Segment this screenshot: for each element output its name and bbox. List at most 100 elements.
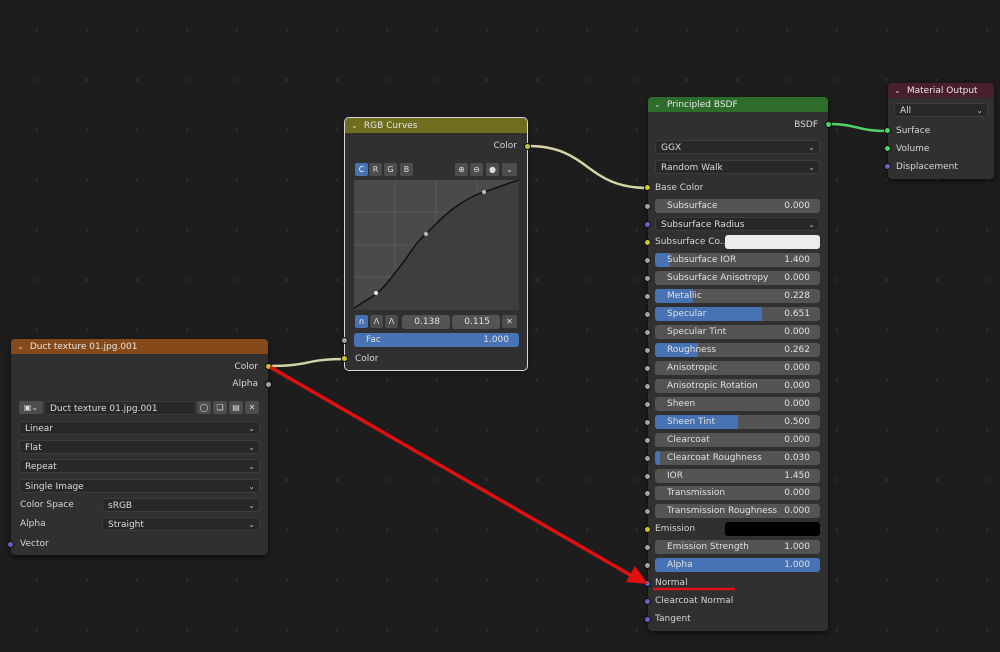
- duplicate-image-icon[interactable]: ❏: [213, 401, 227, 414]
- bsdf-slider-sheen[interactable]: Sheen 0.000: [655, 397, 820, 411]
- source-dropdown[interactable]: Single Image ⌄: [19, 479, 260, 493]
- curve-graph[interactable]: [354, 180, 519, 310]
- point-y-field[interactable]: 0.115: [452, 315, 500, 329]
- curve-menu-chevron-icon[interactable]: ⌄: [502, 163, 517, 176]
- bsdf-row-socket[interactable]: [644, 508, 651, 515]
- handle-vector-icon[interactable]: Λ: [370, 315, 383, 328]
- collapse-chevron-icon[interactable]: ⌄: [17, 339, 27, 354]
- image-texture-header[interactable]: ⌄ Duct texture 01.jpg.001: [11, 339, 268, 354]
- fac-slider[interactable]: Fac 1.000: [354, 333, 519, 347]
- bsdf-row-socket[interactable]: [644, 311, 651, 318]
- bsdf-slider-clearcoat-roughness[interactable]: Clearcoat Roughness 0.030: [655, 451, 820, 465]
- bsdf-row-socket[interactable]: [644, 365, 651, 372]
- clipping-dot-icon[interactable]: ●: [486, 163, 499, 176]
- curves-output-color-socket[interactable]: [524, 143, 531, 150]
- subsurface-color-socket[interactable]: [644, 239, 651, 246]
- bsdf-slider-specular[interactable]: Specular 0.651: [655, 307, 820, 321]
- clearcoat-normal-socket[interactable]: [644, 598, 651, 605]
- texture-output-alpha-socket[interactable]: [265, 381, 272, 388]
- bsdf-slider-anisotropic[interactable]: Anisotropic 0.000: [655, 361, 820, 375]
- bsdf-slider-ior[interactable]: IOR 1.450: [655, 469, 820, 483]
- image-browse-icon[interactable]: ▣⌄: [19, 401, 43, 414]
- curve-point[interactable]: [482, 190, 486, 194]
- alpha-mode-dropdown[interactable]: Straight ⌄: [102, 517, 260, 531]
- extension-dropdown[interactable]: Repeat ⌄: [19, 459, 260, 473]
- rgb-curves-node[interactable]: ⌄ RGB Curves Color C R G B ⊕ ⊖ ● ⌄ ∩ Λ Λ…: [341, 117, 531, 371]
- alpha-socket[interactable]: [644, 562, 651, 569]
- fake-user-shield-icon[interactable]: ◯: [197, 401, 211, 414]
- subsurface-method-dropdown[interactable]: Random Walk ⌄: [655, 160, 820, 174]
- emission-color-swatch[interactable]: [725, 522, 820, 536]
- bsdf-row-socket[interactable]: [644, 383, 651, 390]
- zoom-out-icon[interactable]: ⊖: [470, 163, 483, 176]
- open-folder-icon[interactable]: ▤: [229, 401, 243, 414]
- bsdf-row-socket[interactable]: [644, 257, 651, 264]
- bsdf-slider-roughness[interactable]: Roughness 0.262: [655, 343, 820, 357]
- tangent-socket[interactable]: [644, 616, 651, 623]
- bsdf-slider-subsurface-anisotropy[interactable]: Subsurface Anisotropy 0.000: [655, 271, 820, 285]
- bsdf-row-socket[interactable]: [644, 490, 651, 497]
- channel-g-button[interactable]: G: [384, 163, 397, 176]
- bsdf-slider-transmission-roughness[interactable]: Transmission Roughness 0.000: [655, 504, 820, 518]
- collapse-chevron-icon[interactable]: ⌄: [351, 118, 361, 133]
- bsdf-output-socket[interactable]: [825, 121, 832, 128]
- collapse-chevron-icon[interactable]: ⌄: [894, 83, 904, 98]
- bsdf-slider-subsurface-ior[interactable]: Subsurface IOR 1.400: [655, 253, 820, 267]
- bsdf-slider-transmission[interactable]: Transmission 0.000: [655, 486, 820, 500]
- handle-free-icon[interactable]: Λ: [385, 315, 398, 328]
- image-name-field[interactable]: Duct texture 01.jpg.001: [44, 401, 196, 415]
- bsdf-row-socket[interactable]: [644, 275, 651, 282]
- texture-output-color-socket[interactable]: [265, 363, 272, 370]
- curves-input-color-socket[interactable]: [341, 355, 348, 362]
- color-space-dropdown[interactable]: sRGB ⌄: [102, 498, 260, 512]
- base-color-socket[interactable]: [644, 184, 651, 191]
- link-texture-to-curves[interactable]: [268, 357, 346, 368]
- link-bsdf-to-surface[interactable]: [827, 122, 888, 133]
- material-output-node[interactable]: ⌄ Material Output All ⌄ Surface Volume Di…: [884, 83, 994, 179]
- bsdf-row-socket[interactable]: [644, 437, 651, 444]
- point-x-field[interactable]: 0.138: [402, 315, 450, 329]
- surface-input-socket[interactable]: [884, 127, 891, 134]
- rgb-curves-header[interactable]: ⌄ RGB Curves: [345, 118, 527, 133]
- bsdf-slider-subsurface[interactable]: Subsurface 0.000: [655, 199, 820, 213]
- output-target-dropdown[interactable]: All ⌄: [894, 103, 988, 117]
- bsdf-row-socket[interactable]: [644, 293, 651, 300]
- vector-input-socket[interactable]: [7, 541, 14, 548]
- channel-c-button[interactable]: C: [355, 163, 368, 176]
- displacement-input-socket[interactable]: [884, 163, 891, 170]
- fac-input-socket[interactable]: [341, 337, 348, 344]
- bsdf-slider-metallic[interactable]: Metallic 0.228: [655, 289, 820, 303]
- bsdf-row-socket[interactable]: [644, 473, 651, 480]
- subsurface-radius-socket[interactable]: [644, 221, 651, 228]
- channel-b-button[interactable]: B: [400, 163, 413, 176]
- distribution-dropdown[interactable]: GGX ⌄: [655, 140, 820, 154]
- bsdf-slider-sheen-tint[interactable]: Sheen Tint 0.500: [655, 415, 820, 429]
- principled-bsdf-header[interactable]: ⌄ Principled BSDF: [648, 97, 828, 112]
- curve-point[interactable]: [374, 291, 378, 295]
- subsurface-color-swatch[interactable]: [725, 235, 820, 249]
- curve-point[interactable]: [424, 232, 428, 236]
- projection-dropdown[interactable]: Flat ⌄: [19, 440, 260, 454]
- emission-socket[interactable]: [644, 526, 651, 533]
- alpha-slider[interactable]: Alpha 1.000: [655, 558, 820, 572]
- zoom-in-icon[interactable]: ⊕: [455, 163, 468, 176]
- bsdf-row-socket[interactable]: [644, 419, 651, 426]
- normal-socket[interactable]: [644, 580, 651, 587]
- bsdf-slider-specular-tint[interactable]: Specular Tint 0.000: [655, 325, 820, 339]
- bsdf-row-socket[interactable]: [644, 347, 651, 354]
- delete-point-icon[interactable]: ✕: [502, 315, 517, 328]
- bsdf-slider-clearcoat[interactable]: Clearcoat 0.000: [655, 433, 820, 447]
- material-output-header[interactable]: ⌄ Material Output: [888, 83, 994, 98]
- bsdf-slider-anisotropic-rotation[interactable]: Anisotropic Rotation 0.000: [655, 379, 820, 393]
- handle-auto-icon[interactable]: ∩: [355, 315, 368, 328]
- interpolation-dropdown[interactable]: Linear ⌄: [19, 421, 260, 435]
- link-curves-to-basecolor[interactable]: [527, 144, 649, 190]
- unlink-image-icon[interactable]: ✕: [245, 401, 259, 414]
- volume-input-socket[interactable]: [884, 145, 891, 152]
- channel-r-button[interactable]: R: [369, 163, 382, 176]
- subsurface-radius-dropdown[interactable]: Subsurface Radius ⌄: [655, 217, 820, 231]
- emission-strength-socket[interactable]: [644, 544, 651, 551]
- image-texture-node[interactable]: ⌄ Duct texture 01.jpg.001 Color Alpha ▣⌄…: [7, 339, 272, 555]
- principled-bsdf-node[interactable]: ⌄ Principled BSDF BSDF GGX ⌄ Random Walk ⌄…: [644, 97, 832, 631]
- bsdf-row-socket[interactable]: [644, 203, 651, 210]
